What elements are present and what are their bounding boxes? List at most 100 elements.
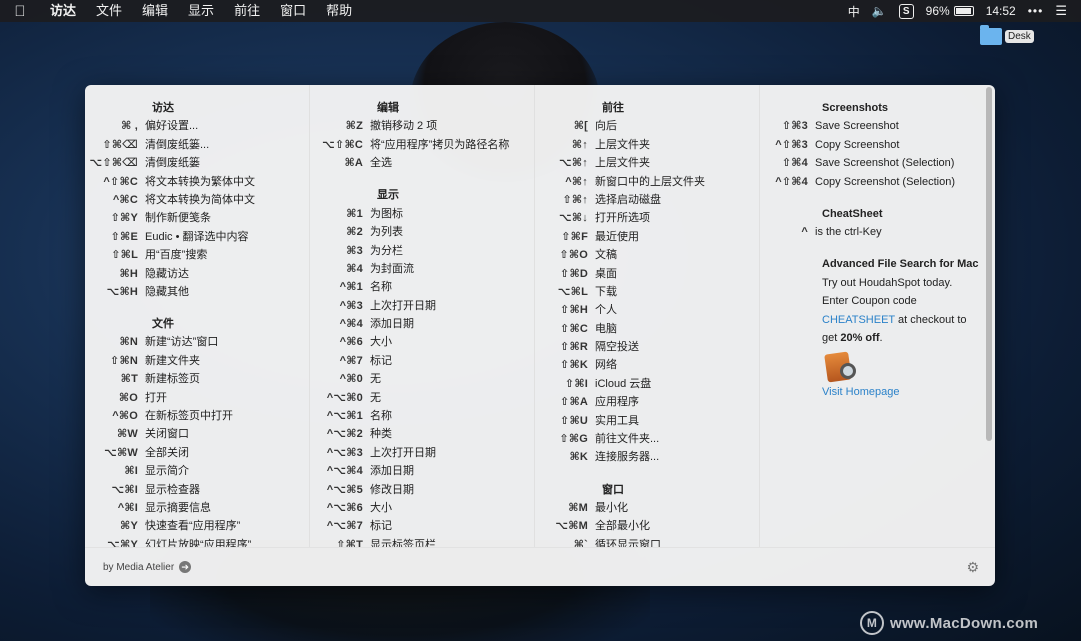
visit-homepage-link[interactable]: Visit Homepage bbox=[760, 383, 985, 401]
shortcut-row: ^⇧⌘4 Copy Screenshot (Selection) bbox=[760, 173, 985, 191]
shortcut-label: 清倒废纸篓 bbox=[145, 157, 200, 170]
shortcut-row: ^⌥⌘0 无 bbox=[310, 389, 534, 407]
input-method-indicator[interactable]: 中 bbox=[848, 3, 860, 20]
shortcut-label: 应用程序 bbox=[595, 396, 639, 409]
shortcut-label: 清倒废纸篓... bbox=[145, 138, 210, 151]
watermark-text: www.MacDown.com bbox=[890, 614, 1039, 632]
shortcut-label: 名称 bbox=[370, 281, 392, 294]
shortcut-row: ^⌘6 大小 bbox=[310, 333, 534, 351]
status-area: 中 🔈 S 96% 14:52 ••• ☰ bbox=[848, 3, 1081, 20]
menu-window[interactable]: 窗口 bbox=[270, 0, 316, 22]
shortcut-keys: ^⌘I bbox=[117, 502, 138, 514]
shortcut-keys: ^⌘6 bbox=[339, 336, 363, 349]
shortcut-row: ⇧⌘Y 制作新便笺条 bbox=[85, 209, 309, 227]
shortcut-keys: ^⌘↑ bbox=[565, 175, 588, 188]
shortcut-label: 幻灯片放映“应用程序” bbox=[145, 538, 252, 547]
notification-center-icon[interactable]: ☰ bbox=[1055, 3, 1067, 19]
shortcut-row: ^⇧⌘3 Copy Screenshot bbox=[760, 136, 985, 154]
shortcut-keys: ^⌘4 bbox=[339, 318, 363, 331]
shortcut-row: ⌥⌘W 全部关闭 bbox=[85, 444, 309, 462]
shortcut-keys: ⌘ , bbox=[121, 120, 138, 133]
shortcut-label: Save Screenshot bbox=[815, 120, 899, 133]
shortcut-label: 选择启动磁盘 bbox=[595, 193, 661, 206]
ctrl-key-label: is the ctrl-Key bbox=[815, 226, 882, 239]
shortcut-row: ⌘T 新建标签页 bbox=[85, 370, 309, 388]
menu-go[interactable]: 前往 bbox=[224, 0, 270, 22]
shortcut-keys: ⌘T bbox=[120, 373, 138, 386]
apple-menu-icon[interactable]:  bbox=[0, 3, 40, 20]
shortcut-keys: ⌘4 bbox=[346, 262, 363, 275]
menu-edit[interactable]: 编辑 bbox=[132, 0, 178, 22]
scrollbar-thumb[interactable] bbox=[986, 87, 992, 441]
shortcut-row: ⇧⌘A 应用程序 bbox=[535, 393, 759, 411]
shortcut-label: 全选 bbox=[370, 157, 392, 170]
shortcut-label: 网络 bbox=[595, 359, 617, 372]
shortcut-label: Save Screenshot (Selection) bbox=[815, 157, 955, 170]
shortcut-row: ⇧⌘K 网络 bbox=[535, 356, 759, 374]
shortcut-keys: ⌥⌘Y bbox=[107, 538, 138, 547]
gear-icon[interactable]: ⚙ bbox=[966, 559, 979, 576]
shortcut-keys: ^⌥⌘1 bbox=[326, 410, 363, 423]
shortcut-keys: ⇧⌘R bbox=[560, 341, 588, 354]
shortcut-label: 循环显示窗口 bbox=[595, 538, 661, 547]
section-title: 窗口 bbox=[602, 483, 624, 496]
shortcut-keys: ⇧⌘T bbox=[336, 538, 363, 547]
shortcut-label: 大小 bbox=[370, 502, 392, 514]
section-title: 显示 bbox=[377, 189, 399, 202]
s-app-icon[interactable]: S bbox=[898, 3, 914, 19]
shortcut-row: ^⌥⌘5 修改日期 bbox=[310, 481, 534, 499]
more-dots-icon[interactable]: ••• bbox=[1028, 4, 1044, 18]
shortcut-label: 新窗口中的上层文件夹 bbox=[595, 175, 705, 188]
shortcut-keys: ⌥⌘M bbox=[555, 520, 588, 533]
shortcut-row: ⇧⌘U 实用工具 bbox=[535, 412, 759, 430]
menu-help[interactable]: 帮助 bbox=[316, 0, 362, 22]
shortcut-label: 上层文件夹 bbox=[595, 138, 650, 151]
battery-status[interactable]: 96% bbox=[926, 4, 974, 18]
shortcut-row: ⌘Z 撤销移动 2 项 bbox=[310, 117, 534, 135]
shortcut-label: 下载 bbox=[595, 285, 617, 298]
shortcut-keys: ⌘Z bbox=[345, 120, 363, 133]
column-screenshots-info: Screenshots ⇧⌘3 Save Screenshot ^⇧⌘3 Copy … bbox=[760, 85, 985, 547]
shortcut-keys: ⇧⌘A bbox=[560, 396, 588, 409]
shortcut-label: 全部最小化 bbox=[595, 520, 650, 533]
shortcut-keys: ⌥⇧⌘⌫ bbox=[89, 157, 138, 170]
shortcut-keys: ⌥⌘↓ bbox=[559, 212, 588, 225]
ctrl-key-symbol: ^ bbox=[801, 226, 808, 239]
credit-link[interactable]: by Media Atelier ➔ bbox=[103, 561, 192, 573]
coupon-code-link[interactable]: CHEATSHEET bbox=[822, 314, 895, 326]
shortcut-row: ^⌘↑ 新窗口中的上层文件夹 bbox=[535, 173, 759, 191]
promo-line-suffix: at checkout to bbox=[894, 313, 967, 326]
shortcut-keys: ⇧⌘N bbox=[110, 354, 138, 367]
shortcut-label: 新建“访达”窗口 bbox=[145, 336, 219, 349]
shortcut-keys: ⇧⌘D bbox=[560, 267, 588, 280]
shortcut-row: ^⌥⌘1 名称 bbox=[310, 407, 534, 425]
shortcut-row: ⌥⌘Y 幻灯片放映“应用程序” bbox=[85, 536, 309, 547]
desktop-folder[interactable]: Desk bbox=[980, 25, 1034, 45]
shortcut-keys: ^⇧⌘3 bbox=[775, 138, 808, 151]
houdahspot-app-icon[interactable] bbox=[824, 349, 860, 383]
volume-icon[interactable]: 🔈 bbox=[872, 4, 887, 18]
shortcut-row: ^⌘C 将文本转换为简体中文 bbox=[85, 191, 309, 209]
section-title: 编辑 bbox=[377, 102, 399, 114]
shortcut-keys: ^⌥⌘4 bbox=[326, 465, 363, 478]
shortcut-keys: ⌘` bbox=[573, 538, 588, 547]
shortcut-label: 无 bbox=[370, 391, 381, 404]
watermark-logo-icon: M bbox=[860, 611, 884, 635]
menu-view[interactable]: 显示 bbox=[178, 0, 224, 22]
shortcut-row: ⌘1 为图标 bbox=[310, 205, 534, 223]
shortcut-keys: ^⌘O bbox=[112, 410, 138, 423]
clock[interactable]: 14:52 bbox=[986, 4, 1016, 18]
menu-file[interactable]: 文件 bbox=[86, 0, 132, 22]
promo-line: Try out HoudahSpot today. bbox=[822, 276, 953, 289]
menu-finder[interactable]: 访达 bbox=[40, 0, 86, 22]
shortcut-row: ^⌘0 无 bbox=[310, 370, 534, 388]
shortcut-keys: ⌘K bbox=[569, 451, 588, 464]
credit-text: by Media Atelier bbox=[103, 561, 175, 573]
shortcut-row: ⌘I 显示简介 bbox=[85, 462, 309, 480]
shortcut-row: ⌥⌘↑ 上层文件夹 bbox=[535, 154, 759, 172]
shortcut-label: 为列表 bbox=[370, 226, 403, 239]
shortcut-row: ⇧⌘D 桌面 bbox=[535, 265, 759, 283]
promo-discount-line: get 20% off. bbox=[760, 329, 985, 347]
shortcut-keys: ⇧⌘H bbox=[560, 304, 588, 317]
shortcut-row: ⇧⌘4 Save Screenshot (Selection) bbox=[760, 154, 985, 172]
